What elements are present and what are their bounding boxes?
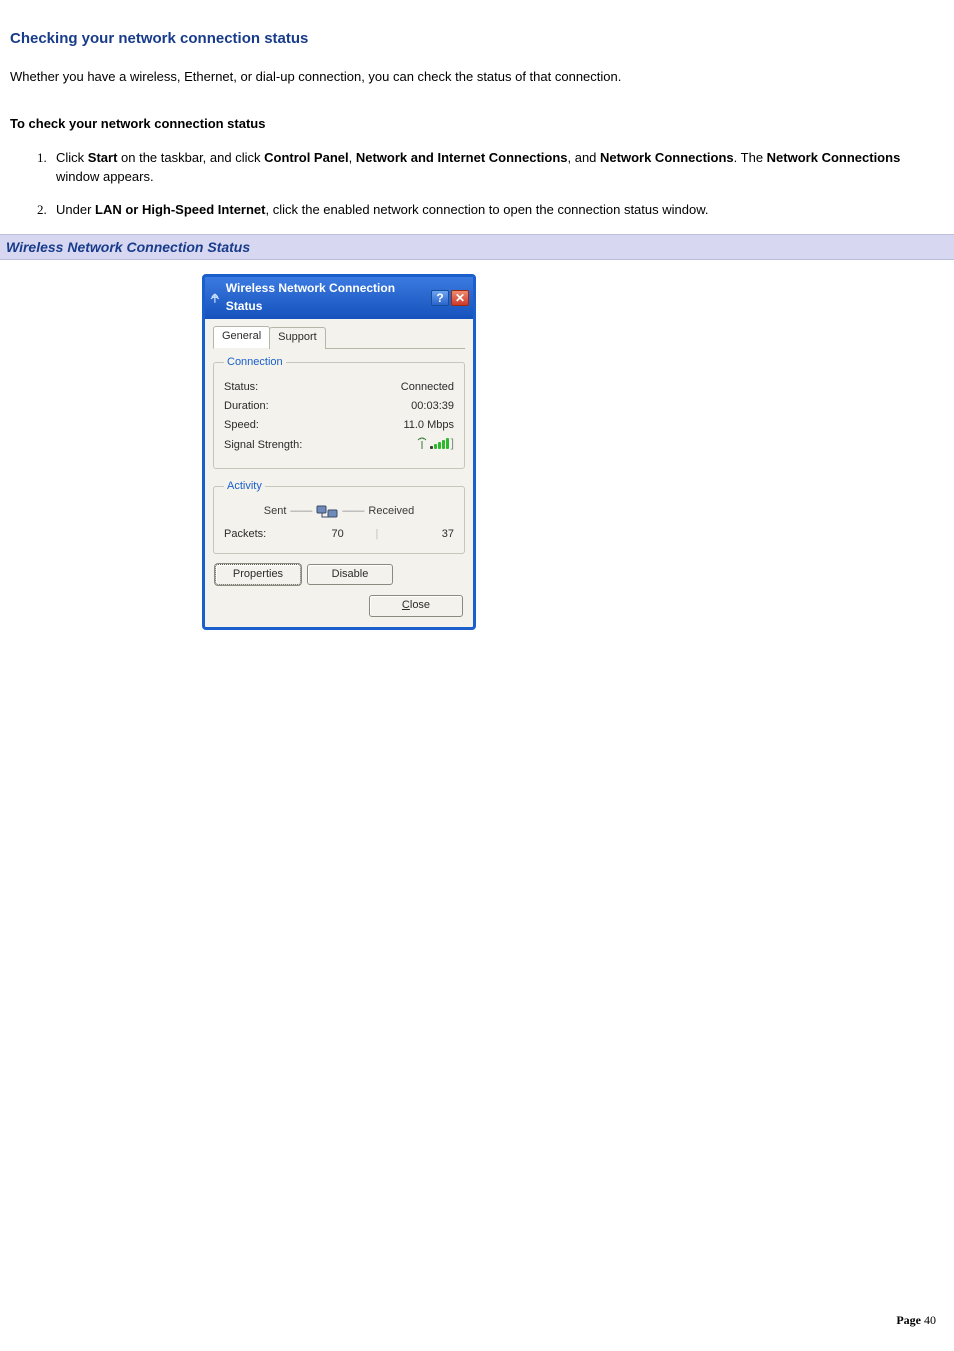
dialog-body: General Support Connection Status: Conne… bbox=[205, 319, 473, 627]
titlebar-left: Wireless Network Connection Status bbox=[209, 280, 431, 315]
signal-strength-indicator: ] bbox=[417, 437, 454, 455]
properties-button[interactable]: Properties bbox=[215, 564, 301, 586]
status-label: Status: bbox=[224, 380, 258, 396]
activity-header-row: Sent —— —— Received bbox=[224, 503, 454, 521]
tab-support[interactable]: Support bbox=[269, 327, 326, 349]
tab-general[interactable]: General bbox=[213, 326, 270, 349]
received-label: Received bbox=[368, 504, 414, 520]
disable-button[interactable]: Disable bbox=[307, 564, 393, 586]
activity-spacer bbox=[224, 504, 227, 520]
titlebar-buttons: ? ✕ bbox=[431, 290, 469, 306]
page-number-value: 40 bbox=[924, 1313, 936, 1327]
help-button[interactable]: ? bbox=[431, 290, 449, 306]
duration-label: Duration: bbox=[224, 399, 269, 415]
connection-group: Connection Status: Connected Duration: 0… bbox=[213, 355, 465, 469]
activity-group: Activity Sent —— —— bbox=[213, 479, 465, 554]
step-text: window appears. bbox=[56, 169, 154, 184]
document-page: Checking your network connection status … bbox=[0, 0, 954, 1351]
duration-row: Duration: 00:03:39 bbox=[224, 399, 454, 415]
section-heading: Checking your network connection status bbox=[10, 28, 944, 50]
step-text: , bbox=[349, 150, 356, 165]
step-text: , click the enabled network connection t… bbox=[265, 202, 708, 217]
signal-bar-icon bbox=[438, 442, 441, 449]
status-row: Status: Connected bbox=[224, 380, 454, 396]
step-bold: Control Panel bbox=[264, 150, 349, 165]
tab-strip: General Support bbox=[213, 325, 465, 349]
page-number-label: Page bbox=[896, 1313, 924, 1327]
close-button-mnemonic: C bbox=[402, 599, 410, 611]
step-text: , and bbox=[568, 150, 601, 165]
activity-spacer bbox=[451, 504, 454, 520]
signal-label: Signal Strength: bbox=[224, 438, 302, 454]
dialog-titlebar[interactable]: Wireless Network Connection Status ? ✕ bbox=[205, 277, 473, 319]
close-button[interactable]: Close bbox=[369, 595, 463, 617]
procedure-step: Under LAN or High-Speed Internet, click … bbox=[50, 201, 944, 220]
procedure-heading: To check your network connection status bbox=[10, 115, 944, 134]
packets-received-value: 37 bbox=[378, 527, 454, 543]
step-text: Click bbox=[56, 150, 88, 165]
antenna-icon bbox=[417, 437, 427, 449]
step-text: . The bbox=[734, 150, 767, 165]
packets-label: Packets: bbox=[224, 527, 300, 543]
packets-row: Packets: 70 | 37 bbox=[224, 527, 454, 543]
connection-status-dialog: Wireless Network Connection Status ? ✕ G… bbox=[202, 274, 476, 630]
page-number: Page 40 bbox=[896, 1312, 936, 1329]
signal-bar-icon bbox=[446, 438, 449, 449]
procedure-list: Click Start on the taskbar, and click Co… bbox=[10, 149, 944, 220]
wireless-icon bbox=[209, 292, 221, 304]
packets-sent-value: 70 bbox=[300, 527, 376, 543]
close-window-button[interactable]: ✕ bbox=[451, 290, 469, 306]
intro-paragraph: Whether you have a wireless, Ethernet, o… bbox=[10, 68, 944, 87]
connection-legend: Connection bbox=[224, 355, 286, 371]
activity-legend: Activity bbox=[224, 479, 265, 495]
step-bold: LAN or High-Speed Internet bbox=[95, 202, 265, 217]
speed-value: 11.0 Mbps bbox=[403, 418, 454, 434]
dialog-footer: Close bbox=[213, 595, 465, 619]
sent-label: Sent bbox=[264, 504, 287, 520]
step-bold: Network and Internet Connections bbox=[356, 150, 568, 165]
signal-bar-icon bbox=[442, 440, 445, 449]
signal-row: Signal Strength: ] bbox=[224, 437, 454, 455]
step-text: on the taskbar, and click bbox=[117, 150, 264, 165]
step-text: Under bbox=[56, 202, 95, 217]
speed-label: Speed: bbox=[224, 418, 259, 434]
dash-icon: —— bbox=[290, 504, 312, 520]
step-bold: Network Connections bbox=[767, 150, 901, 165]
dash-icon: —— bbox=[342, 504, 364, 520]
signal-bracket-icon: ] bbox=[451, 437, 454, 449]
close-button-rest: lose bbox=[410, 599, 430, 611]
duration-value: 00:03:39 bbox=[411, 399, 454, 415]
network-activity-icon bbox=[316, 503, 338, 521]
figure-caption: Wireless Network Connection Status bbox=[0, 234, 954, 260]
step-bold: Start bbox=[88, 150, 118, 165]
signal-bar-icon bbox=[434, 444, 437, 449]
procedure-step: Click Start on the taskbar, and click Co… bbox=[50, 149, 944, 187]
step-bold: Network Connections bbox=[600, 150, 734, 165]
speed-row: Speed: 11.0 Mbps bbox=[224, 418, 454, 434]
signal-bar-icon bbox=[430, 446, 433, 449]
dialog-button-row: Properties Disable bbox=[215, 564, 465, 586]
dialog-title: Wireless Network Connection Status bbox=[226, 280, 431, 315]
status-value: Connected bbox=[401, 380, 454, 396]
